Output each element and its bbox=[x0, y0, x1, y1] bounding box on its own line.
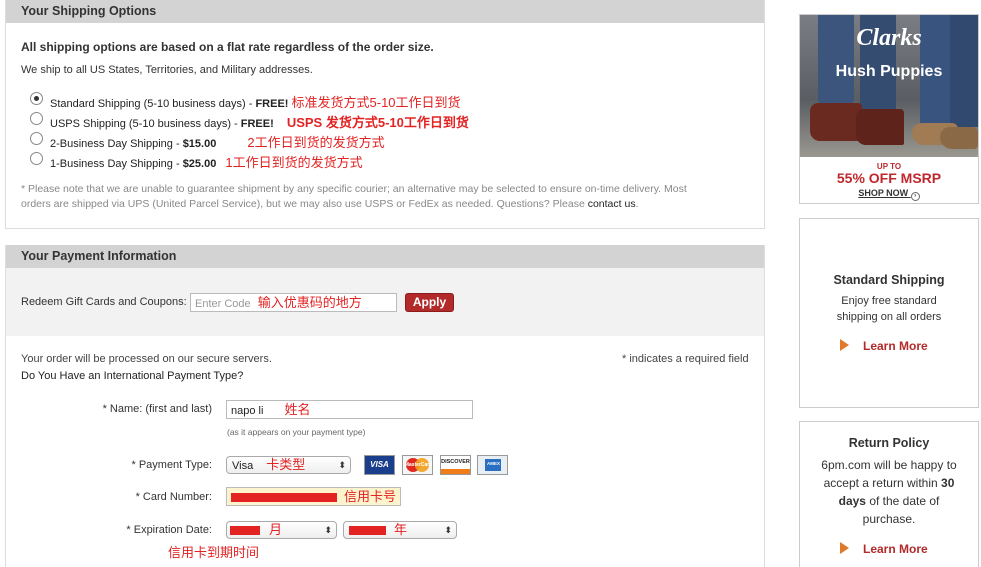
standard-shipping-line2: shipping on all orders bbox=[836, 311, 942, 323]
secure-text: Your order will be processed on our secu… bbox=[21, 353, 272, 365]
redacted-year bbox=[349, 526, 386, 535]
annotation-name: 姓名 bbox=[284, 402, 311, 417]
annotation-coupon: 输入优惠码的地方 bbox=[257, 295, 362, 310]
annotation-card-number: 信用卡号 bbox=[344, 489, 397, 504]
apply-button[interactable]: Apply bbox=[405, 293, 454, 312]
hush-puppies-logo: Hush Puppies bbox=[835, 63, 943, 80]
discover-card-icon: DISCOVER bbox=[440, 455, 471, 475]
standard-shipping-line1: Enjoy free standard bbox=[841, 295, 937, 307]
we-ship-text: We ship to all US States, Territories, a… bbox=[21, 64, 313, 76]
visa-card-icon: VISA bbox=[364, 455, 395, 475]
annotation-year: 年 bbox=[394, 522, 408, 537]
shipping-header: Your Shipping Options bbox=[6, 0, 764, 23]
shipping-radio-2day[interactable] bbox=[30, 132, 43, 145]
redeem-label: Redeem Gift Cards and Coupons: bbox=[21, 296, 187, 308]
redacted-month bbox=[230, 526, 260, 535]
amex-card-icon: AMEX bbox=[477, 455, 508, 475]
annotation-expiration: 信用卡到期时间 bbox=[168, 545, 260, 560]
annotation-standard: 标准发货方式5-10工作日到货 bbox=[291, 95, 461, 110]
name-hint: (as it appears on your payment type) bbox=[227, 427, 366, 437]
arrow-circle-icon: › bbox=[910, 192, 920, 201]
card-number-label: * Card Number: bbox=[135, 491, 212, 503]
return-policy-title: Return Policy bbox=[848, 436, 930, 450]
name-input[interactable]: napo li 姓名 bbox=[226, 400, 473, 419]
expiration-year-select[interactable]: 年 ⬍ bbox=[343, 521, 457, 539]
brand-ad-banner[interactable]: Clarks Hush Puppies UP TO 55% OFF MSRP S… bbox=[799, 14, 979, 204]
shop-now-link[interactable]: SHOP NOW › bbox=[800, 188, 978, 201]
shipping-option-usps[interactable]: USPS Shipping (5-10 business days) - FRE… bbox=[50, 112, 469, 131]
shipping-radio-standard[interactable] bbox=[30, 92, 43, 105]
expiration-month-select[interactable]: 月 ⬍ bbox=[226, 521, 337, 539]
payment-type-select[interactable]: Visa 卡类型 ⬍ bbox=[226, 456, 351, 474]
required-text: * indicates a required field bbox=[622, 353, 749, 365]
play-arrow-icon bbox=[840, 542, 849, 554]
payment-header: Your Payment Information bbox=[6, 245, 764, 268]
shipping-title: Your Shipping Options bbox=[21, 4, 157, 18]
expiration-label: * Expiration Date: bbox=[126, 524, 212, 536]
ad-offer: 55% OFF MSRP bbox=[836, 170, 942, 186]
coupon-code-input[interactable]: Enter Code 输入优惠码的地方 bbox=[190, 293, 397, 312]
shipping-option-standard[interactable]: Standard Shipping (5-10 business days) -… bbox=[50, 92, 461, 111]
shipping-radio-1day[interactable] bbox=[30, 152, 43, 165]
chevron-updown-icon: ⬍ bbox=[324, 525, 332, 535]
redacted-card-number bbox=[231, 493, 337, 502]
intl-payment-link[interactable]: Do You Have an International Payment Typ… bbox=[21, 370, 243, 382]
payment-type-label: * Payment Type: bbox=[131, 459, 212, 471]
shipping-radio-usps[interactable] bbox=[30, 112, 43, 125]
annotation-1day: 1工作日到货的发货方式 bbox=[225, 155, 363, 170]
shipping-option-2day[interactable]: 2-Business Day Shipping - $15.00 2工作日到货的… bbox=[50, 132, 385, 151]
name-label: * Name: (first and last) bbox=[102, 403, 212, 415]
shipping-disclaimer: * Please note that we are unable to guar… bbox=[21, 183, 687, 210]
standard-shipping-title: Standard Shipping bbox=[833, 273, 945, 287]
return-policy-text: 6pm.com will be happy to accept a return… bbox=[821, 458, 957, 526]
contact-us-link[interactable]: contact us bbox=[588, 198, 636, 210]
annotation-month: 月 bbox=[269, 522, 283, 537]
clarks-logo: Clarks bbox=[856, 25, 922, 51]
learn-more-shipping-link[interactable]: Learn More bbox=[840, 339, 928, 353]
mastercard-icon: MasterCard bbox=[402, 455, 433, 475]
learn-more-returns-link[interactable]: Learn More bbox=[840, 542, 928, 556]
play-arrow-icon bbox=[840, 339, 849, 351]
annotation-usps: USPS 发货方式5-10工作日到货 bbox=[286, 115, 469, 130]
flat-rate-text: All shipping options are based on a flat… bbox=[21, 40, 434, 54]
ad-photo: Clarks Hush Puppies bbox=[800, 15, 978, 157]
shipping-option-1day[interactable]: 1-Business Day Shipping - $25.00 1工作日到货的… bbox=[50, 152, 363, 171]
annotation-card-type: 卡类型 bbox=[266, 457, 306, 472]
annotation-2day: 2工作日到货的发货方式 bbox=[247, 135, 385, 150]
card-number-input[interactable]: 信用卡号 bbox=[226, 487, 401, 506]
chevron-updown-icon: ⬍ bbox=[444, 525, 452, 535]
payment-title: Your Payment Information bbox=[21, 249, 177, 263]
chevron-updown-icon: ⬍ bbox=[338, 460, 346, 470]
